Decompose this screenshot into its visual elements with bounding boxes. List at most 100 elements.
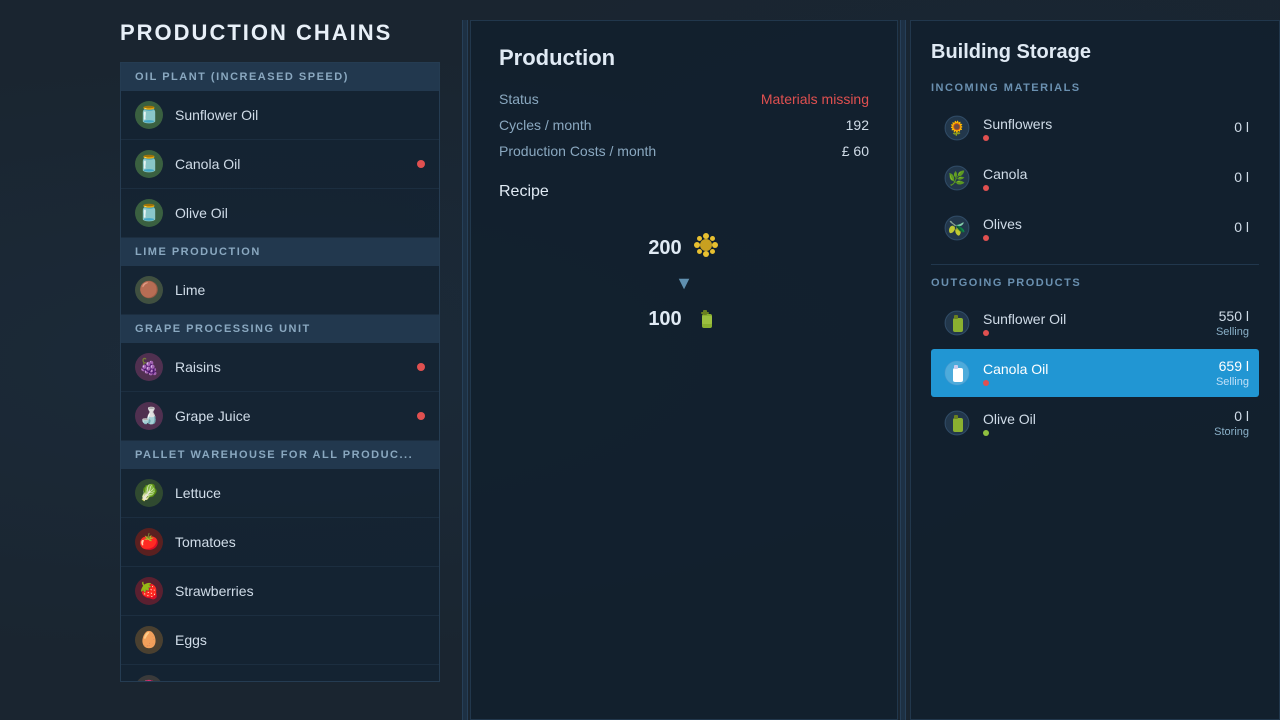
- right-panel: Building Storage INCOMING MATERIALS 🌻 Su…: [910, 20, 1280, 720]
- raisins-label: Raisins: [175, 359, 417, 375]
- canola-oil-out-amount-area: 659 l Selling: [1216, 358, 1249, 388]
- list-item-eggs[interactable]: 🥚 Eggs: [121, 616, 439, 665]
- olives-amount-area: 0 l: [1234, 219, 1249, 237]
- outgoing-list: Sunflower Oil 550 l Selling Canola Oil: [931, 299, 1259, 447]
- list-item-strawberries[interactable]: 🍓 Strawberries: [121, 567, 439, 616]
- sunflower-oil-label: Sunflower Oil: [175, 107, 425, 123]
- sunflower-oil-out-icon: [941, 307, 973, 339]
- sunflowers-amount: 0 l: [1234, 119, 1249, 135]
- list-item-wool[interactable]: 🧶 Wool: [121, 665, 439, 682]
- alert-dot: [417, 363, 425, 371]
- incoming-item-sunflowers: 🌻 Sunflowers 0 l: [931, 104, 1259, 152]
- canola-oil-out-status: Selling: [1216, 376, 1249, 388]
- olive-oil-out-status: Storing: [1214, 426, 1249, 438]
- canola-oil-out-icon: [941, 357, 973, 389]
- grape-juice-label: Grape Juice: [175, 408, 417, 424]
- canola-info: Canola: [983, 166, 1234, 191]
- olives-name: Olives: [983, 216, 1234, 232]
- olives-info: Olives: [983, 216, 1234, 241]
- list-item-lime[interactable]: 🟤 Lime: [121, 266, 439, 315]
- olive-oil-out-amount: 0 l: [1234, 408, 1249, 424]
- main-container: Production Chains OIL PLANT (INCREASED S…: [0, 0, 1280, 720]
- category-header: PALLET WAREHOUSE FOR ALL PRODUC...: [121, 441, 439, 469]
- left-divider: [462, 20, 468, 720]
- production-title: Production: [499, 45, 869, 71]
- sunflower-oil-out-dot: [983, 330, 989, 336]
- svg-text:🌿: 🌿: [948, 170, 965, 187]
- status-value: Materials missing: [761, 91, 869, 107]
- category-header: OIL PLANT (INCREASED SPEED): [121, 63, 439, 91]
- cycles-value: 192: [846, 117, 869, 133]
- lettuce-label: Lettuce: [175, 485, 425, 501]
- outgoing-item-olive-oil-out[interactable]: Olive Oil 0 l Storing: [931, 399, 1259, 447]
- list-item-canola-oil[interactable]: 🫙 Canola Oil: [121, 140, 439, 189]
- olive-oil-out-info: Olive Oil: [983, 411, 1214, 436]
- left-panel: Production Chains OIL PLANT (INCREASED S…: [120, 20, 460, 720]
- cycles-row: Cycles / month 192: [499, 117, 869, 133]
- recipe-arrow-icon: ▼: [675, 273, 693, 294]
- canola-oil-label: Canola Oil: [175, 156, 417, 172]
- canola-oil-out-dot: [983, 380, 989, 386]
- olive-oil-out-dot: [983, 430, 989, 436]
- recipe-output-amount: 100: [648, 308, 681, 331]
- lettuce-icon: 🥬: [135, 479, 163, 507]
- building-storage-title: Building Storage: [931, 41, 1259, 64]
- sunflower-oil-out-amount: 550 l: [1219, 308, 1249, 324]
- list-item-sunflower-oil[interactable]: 🫙 Sunflower Oil: [121, 91, 439, 140]
- category-header: LIME PRODUCTION: [121, 238, 439, 266]
- sunflowers-info: Sunflowers: [983, 116, 1234, 141]
- production-list: OIL PLANT (INCREASED SPEED) 🫙 Sunflower …: [120, 62, 440, 682]
- canola-oil-out-name: Canola Oil: [983, 361, 1216, 377]
- svg-text:🫒: 🫒: [948, 219, 966, 237]
- olives-dot: [983, 235, 989, 241]
- list-item-grape-juice[interactable]: 🍶 Grape Juice: [121, 392, 439, 441]
- olives-icon: 🫒: [941, 212, 973, 244]
- status-label: Status: [499, 91, 539, 107]
- grape-juice-icon: 🍶: [135, 402, 163, 430]
- olives-amount: 0 l: [1234, 219, 1249, 235]
- canola-oil-out-amount: 659 l: [1219, 358, 1249, 374]
- page-title: Production Chains: [120, 20, 460, 46]
- costs-value: £ 60: [842, 143, 869, 159]
- recipe-section: Recipe 200: [499, 183, 869, 346]
- canola-amount-area: 0 l: [1234, 169, 1249, 187]
- eggs-icon: 🥚: [135, 626, 163, 654]
- recipe-title: Recipe: [499, 183, 869, 201]
- outgoing-header: OUTGOING PRODUCTS: [931, 277, 1259, 289]
- incoming-list: 🌻 Sunflowers 0 l 🌿 Canola: [931, 104, 1259, 252]
- canola-oil-icon: 🫙: [135, 150, 163, 178]
- olive-oil-out-name: Olive Oil: [983, 411, 1214, 427]
- cycles-label: Cycles / month: [499, 117, 592, 133]
- incoming-item-canola: 🌿 Canola 0 l: [931, 154, 1259, 202]
- recipe-output: 100: [648, 302, 719, 336]
- outgoing-item-sunflower-oil-out[interactable]: Sunflower Oil 550 l Selling: [931, 299, 1259, 347]
- canola-oil-out-info: Canola Oil: [983, 361, 1216, 386]
- list-item-lettuce[interactable]: 🥬 Lettuce: [121, 469, 439, 518]
- list-item-tomatoes[interactable]: 🍅 Tomatoes: [121, 518, 439, 567]
- sunflower-oil-out-status: Selling: [1216, 326, 1249, 338]
- recipe-input: 200: [648, 231, 719, 265]
- sunflowers-name: Sunflowers: [983, 116, 1234, 132]
- canola-dot: [983, 185, 989, 191]
- olive-oil-out-amount-area: 0 l Storing: [1214, 408, 1249, 438]
- wool-icon: 🧶: [135, 675, 163, 682]
- tomatoes-label: Tomatoes: [175, 534, 425, 550]
- alert-dot: [417, 412, 425, 420]
- olive-oil-out-icon: [941, 407, 973, 439]
- sunflowers-icon: 🌻: [941, 112, 973, 144]
- canola-icon: 🌿: [941, 162, 973, 194]
- wool-label: Wool: [175, 681, 425, 682]
- status-row: Status Materials missing: [499, 91, 869, 107]
- list-item-raisins[interactable]: 🍇 Raisins: [121, 343, 439, 392]
- incoming-header: INCOMING MATERIALS: [931, 82, 1259, 94]
- svg-text:🌻: 🌻: [948, 120, 965, 137]
- strawberries-label: Strawberries: [175, 583, 425, 599]
- olive-oil-label: Olive Oil: [175, 205, 425, 221]
- list-item-olive-oil[interactable]: 🫙 Olive Oil: [121, 189, 439, 238]
- eggs-label: Eggs: [175, 632, 425, 648]
- sunflowers-amount-area: 0 l: [1234, 119, 1249, 137]
- sunflower-oil-icon: 🫙: [135, 101, 163, 129]
- sunflower-oil-out-info: Sunflower Oil: [983, 311, 1216, 336]
- strawberries-icon: 🍓: [135, 577, 163, 605]
- outgoing-item-canola-oil-out[interactable]: Canola Oil 659 l Selling: [931, 349, 1259, 397]
